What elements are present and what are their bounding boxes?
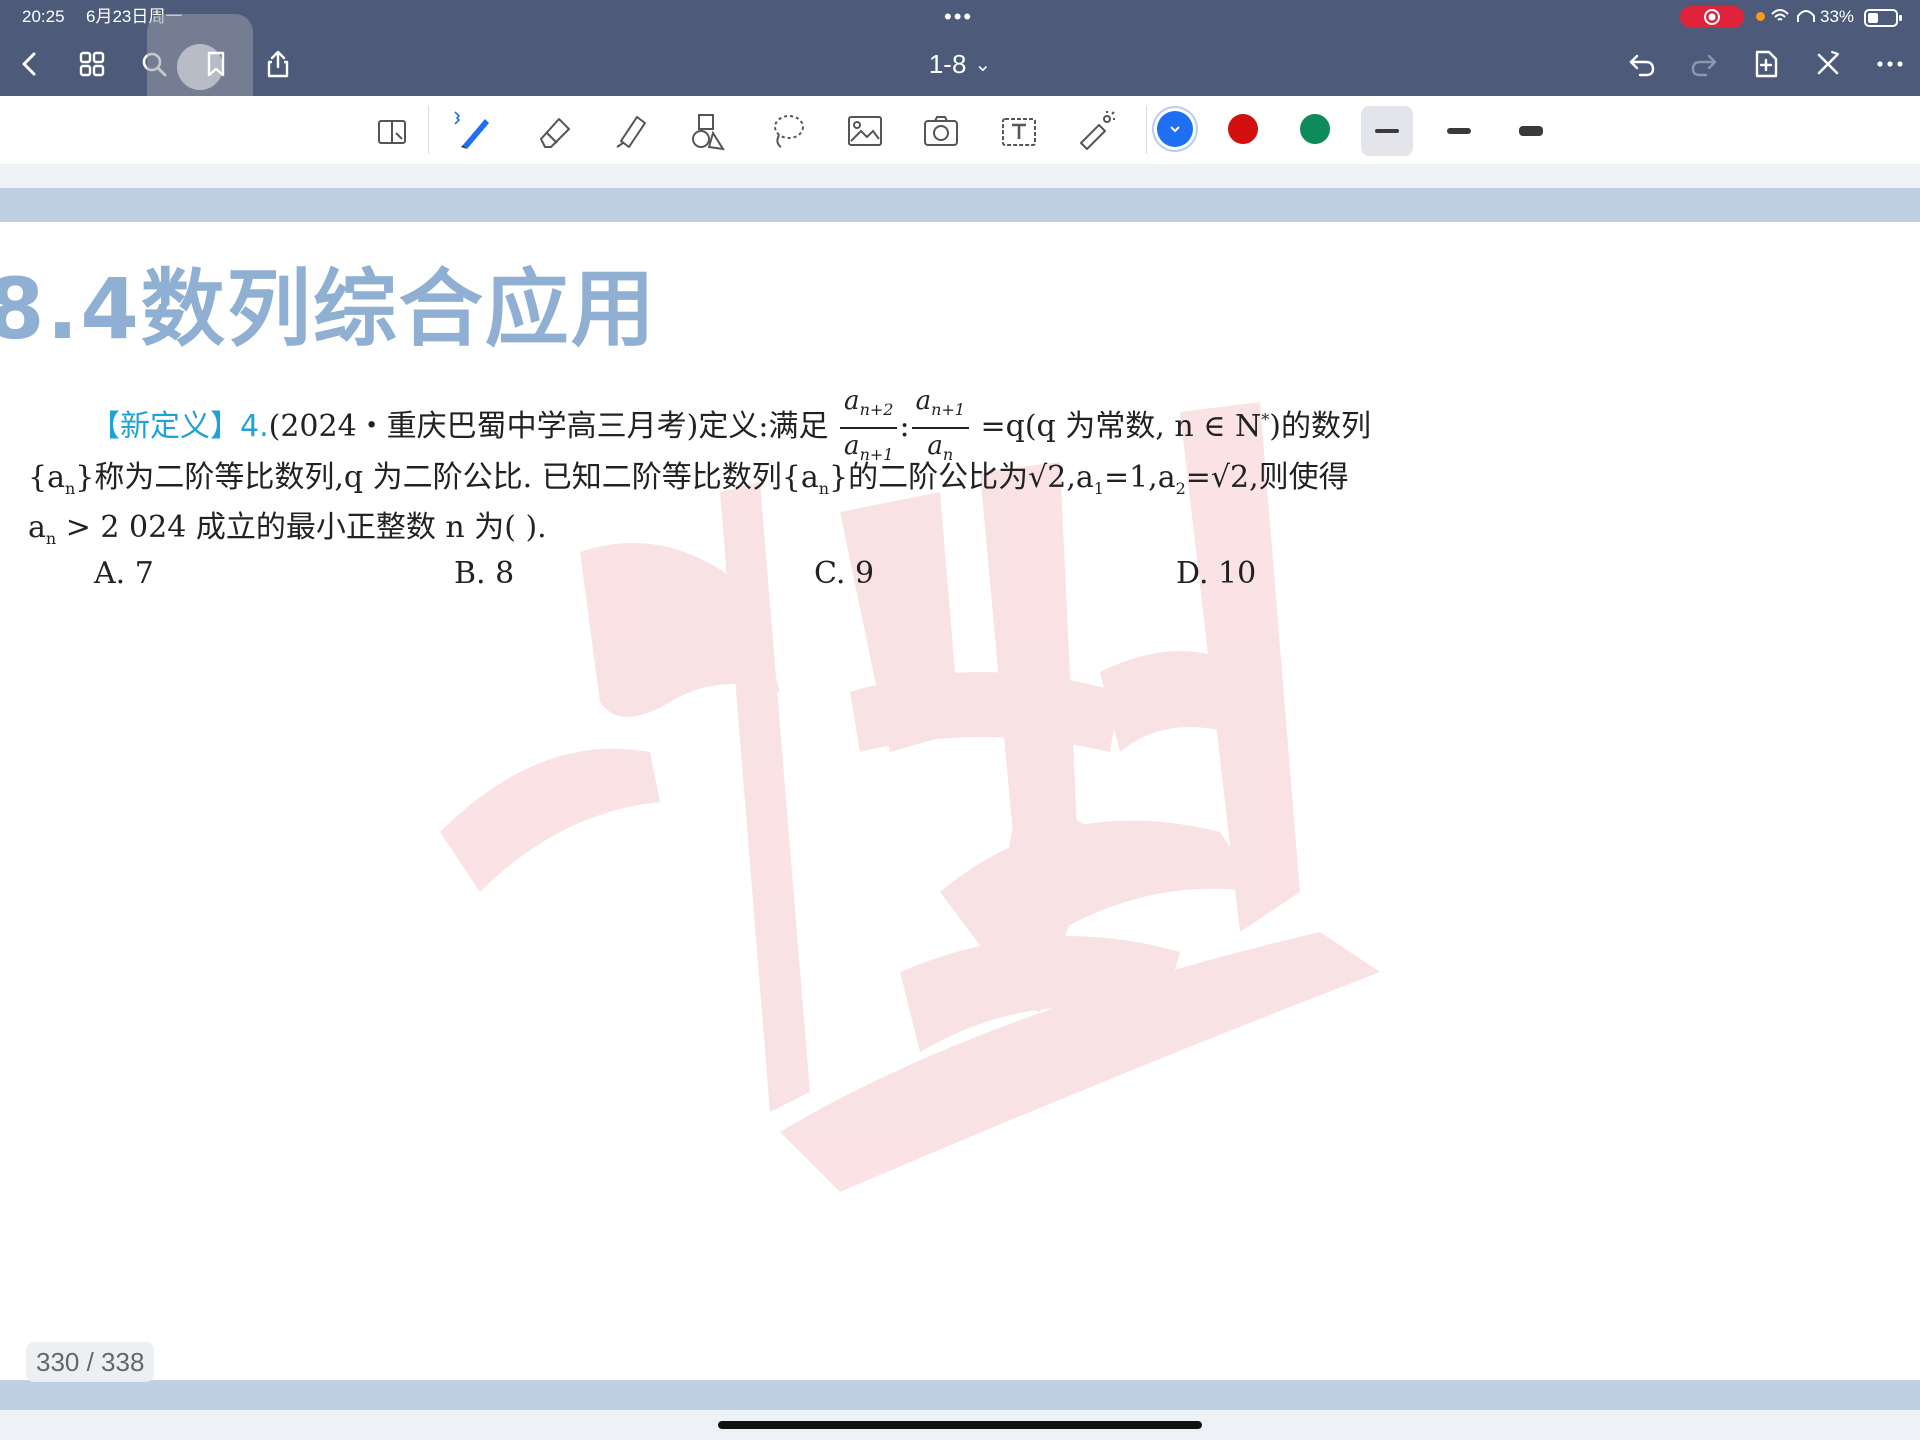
redo-icon bbox=[1691, 54, 1717, 77]
toolbar-divider bbox=[428, 106, 429, 154]
stroke-width-medium[interactable] bbox=[1433, 106, 1485, 156]
read-mode-tool[interactable] bbox=[366, 104, 420, 158]
battery-percent: 33% bbox=[1820, 7, 1855, 26]
undo-button[interactable] bbox=[1618, 40, 1666, 88]
section-title: 8.4数列综合应用 bbox=[0, 260, 657, 358]
camera-icon bbox=[924, 116, 958, 146]
highlighter-icon bbox=[616, 116, 646, 148]
chevron-down-icon bbox=[1170, 126, 1180, 133]
bookmark-icon bbox=[207, 51, 225, 77]
close-icon bbox=[1817, 51, 1839, 75]
back-button[interactable] bbox=[6, 40, 54, 88]
privacy-dot bbox=[1756, 12, 1765, 21]
shapes-tool[interactable] bbox=[682, 104, 736, 158]
page-header-band bbox=[0, 164, 1920, 222]
option-c[interactable]: C. 9 bbox=[814, 554, 874, 594]
share-button[interactable] bbox=[254, 40, 302, 88]
image-icon bbox=[848, 116, 882, 146]
stroke-width-thick[interactable] bbox=[1505, 106, 1557, 156]
camera-tool[interactable] bbox=[914, 104, 968, 158]
option-d[interactable]: D. 10 bbox=[1176, 554, 1256, 594]
lasso-tool[interactable] bbox=[760, 104, 814, 158]
reader-icon bbox=[378, 120, 406, 144]
add-page-icon bbox=[1755, 50, 1778, 78]
add-page-button[interactable] bbox=[1742, 40, 1790, 88]
page-footer-band bbox=[0, 1380, 1920, 1440]
page-counter: 330 / 338 bbox=[26, 1342, 155, 1382]
option-a[interactable]: A. 7 bbox=[94, 554, 154, 594]
pen-tool[interactable] bbox=[446, 104, 500, 158]
question-line-2: {an}称为二阶等比数列,q 为二阶公比. 已知二阶等比数列{an}的二阶公比为… bbox=[28, 460, 1349, 498]
document-title-menu[interactable]: 1-8 ⌄ bbox=[880, 44, 1040, 84]
question-tag: 【新定义】 bbox=[90, 409, 240, 445]
screen-recording-indicator[interactable] bbox=[1680, 6, 1744, 28]
document-title: 1-8 bbox=[928, 48, 967, 79]
toolbar-divider bbox=[1146, 106, 1147, 154]
text-box-icon bbox=[1002, 118, 1036, 146]
color-swatch-red[interactable] bbox=[1228, 114, 1258, 144]
highlighter-tool[interactable] bbox=[604, 104, 658, 158]
battery-icon bbox=[1864, 9, 1902, 27]
more-button[interactable] bbox=[1866, 40, 1914, 88]
status-time: 20:25 bbox=[22, 7, 65, 26]
question-number: 4. bbox=[240, 409, 269, 445]
chevron-down-icon: ⌄ bbox=[974, 53, 992, 76]
eraser-icon bbox=[540, 118, 570, 148]
undo-icon bbox=[1629, 54, 1655, 77]
lasso-icon bbox=[774, 115, 804, 148]
shapes-icon bbox=[692, 114, 725, 151]
grid-view-button[interactable] bbox=[68, 40, 116, 88]
option-b[interactable]: B. 8 bbox=[454, 554, 514, 594]
close-button[interactable] bbox=[1804, 40, 1852, 88]
more-icon bbox=[1877, 61, 1903, 67]
pdf-page[interactable]: 8.4数列综合应用 【新定义】4.(2024・重庆巴蜀中学高三月考)定义:满足 … bbox=[0, 222, 1920, 1380]
text-tool[interactable] bbox=[992, 104, 1046, 158]
redo-button[interactable] bbox=[1680, 40, 1728, 88]
share-icon bbox=[267, 50, 289, 78]
color-swatch-green[interactable] bbox=[1300, 114, 1330, 144]
chevron-left-icon bbox=[22, 52, 36, 76]
question-source: (2024・重庆巴蜀中学高三月考) bbox=[268, 409, 699, 445]
eraser-tool[interactable] bbox=[528, 104, 582, 158]
record-icon bbox=[1704, 9, 1720, 25]
grid-icon bbox=[79, 51, 105, 77]
color-swatch-blue[interactable] bbox=[1157, 111, 1193, 147]
stroke-width-thin[interactable] bbox=[1361, 106, 1413, 156]
top-navigation-bar: 20:25 6月23日周一 ••• 33% 1-8 ⌄ bbox=[0, 0, 1920, 120]
pen-icon bbox=[454, 111, 489, 149]
bookmark-button[interactable] bbox=[192, 40, 240, 88]
laser-pointer-tool[interactable] bbox=[1068, 104, 1122, 158]
laser-pointer-icon bbox=[1080, 111, 1115, 150]
annotation-toolbar bbox=[0, 96, 1920, 164]
question-line-3: an > 2 024 成立的最小正整数 n 为( ). bbox=[28, 510, 547, 548]
home-indicator[interactable] bbox=[718, 1421, 1202, 1429]
image-tool[interactable] bbox=[838, 104, 892, 158]
wifi-headphones-icon bbox=[1771, 9, 1815, 22]
multitask-dots[interactable]: ••• bbox=[944, 4, 973, 30]
